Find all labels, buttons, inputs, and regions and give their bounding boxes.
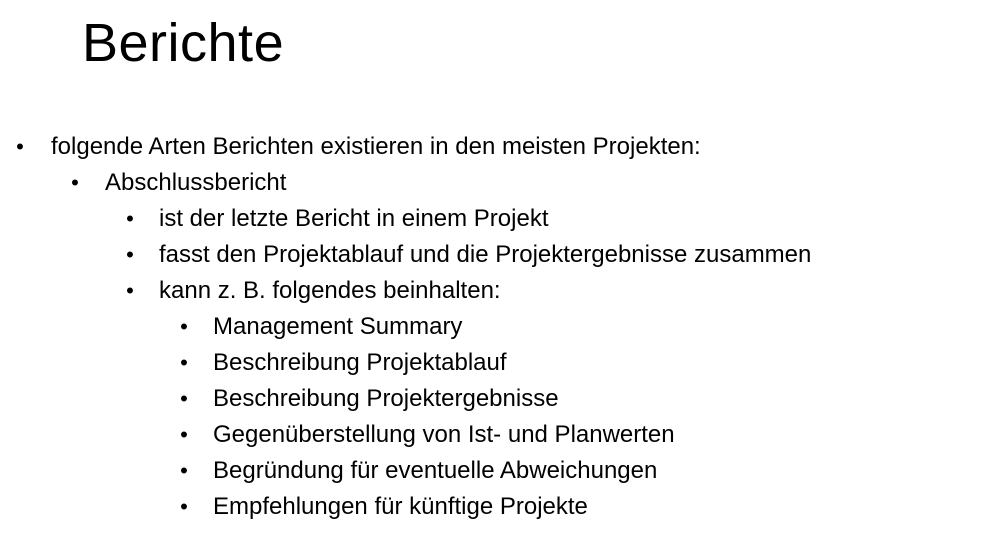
bullet-text: Empfehlungen für künftige Projekte (213, 493, 588, 520)
bullet-text: Abschlussbericht (105, 169, 287, 196)
bullet-icon: • (126, 206, 134, 231)
bullet-text: Begründung für eventuelle Abweichungen (213, 457, 658, 484)
bullet-text: Beschreibung Projektablauf (213, 349, 507, 376)
bullet-text: fasst den Projektablauf und die Projekte… (159, 241, 812, 268)
bullet-icon: • (180, 350, 188, 375)
bullet-text: Management Summary (213, 313, 463, 340)
bullet-icon: • (180, 386, 188, 411)
bullet-icon: • (16, 134, 24, 159)
bullet-icon: • (126, 278, 134, 303)
bullet-icon: • (180, 422, 188, 447)
bullet-icon: • (71, 170, 79, 195)
bullet-text: ist der letzte Bericht in einem Projekt (159, 205, 549, 232)
bullet-icon: • (180, 314, 188, 339)
bullet-icon: • (126, 242, 134, 267)
bullet-text: folgende Arten Berichten existieren in d… (51, 133, 701, 160)
bullet-icon: • (180, 494, 188, 519)
slide: Berichte • folgende Arten Berichten exis… (0, 0, 985, 539)
bullet-text: Beschreibung Projektergebnisse (213, 385, 559, 412)
slide-title: Berichte (82, 13, 285, 73)
bullet-icon: • (180, 458, 188, 483)
bullet-text: Gegenüberstellung von Ist- und Planwerte… (213, 421, 675, 448)
bullet-text: kann z. B. folgendes beinhalten: (159, 277, 501, 304)
